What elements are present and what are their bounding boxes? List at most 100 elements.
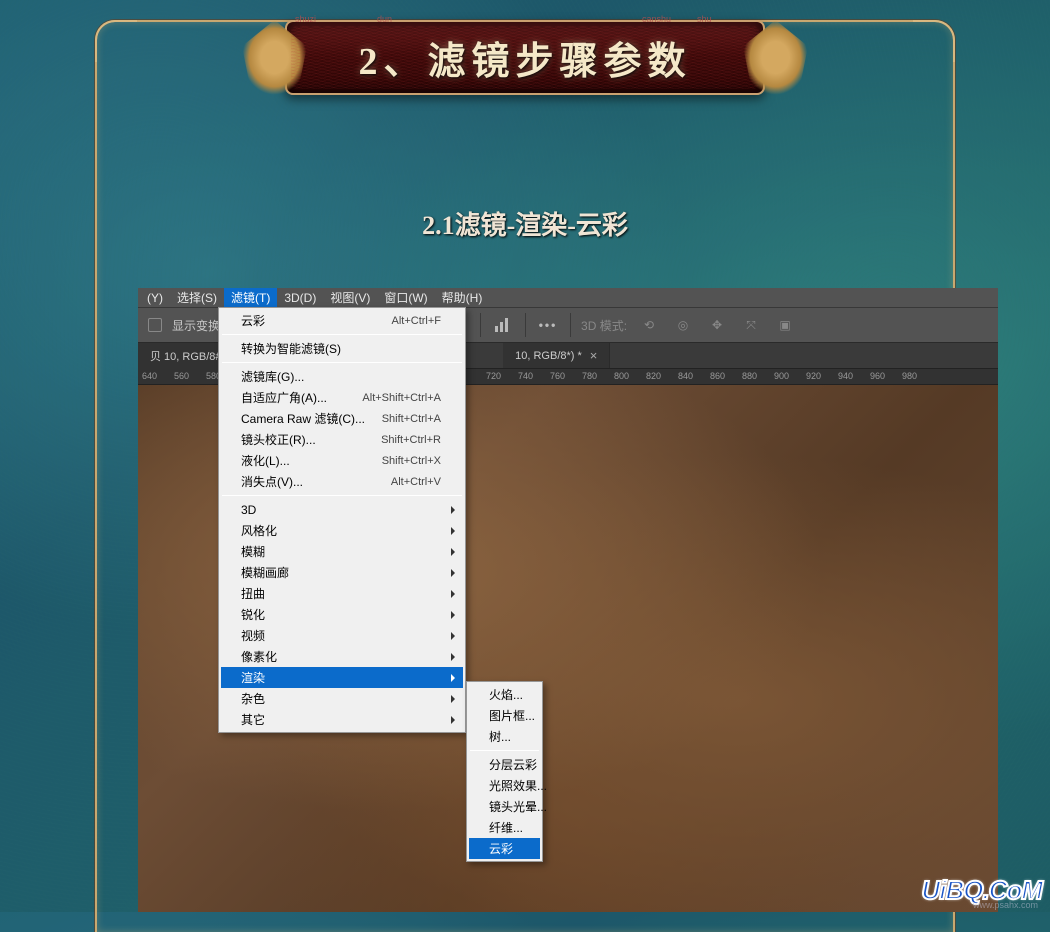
menu-label: Camera Raw 滤镜(C)...: [241, 410, 365, 427]
menu-label: 其它: [241, 711, 265, 728]
menu-view[interactable]: 视图(V): [323, 288, 377, 308]
menu-filter[interactable]: 滤镜(T): [224, 288, 277, 308]
menu-label: 杂色: [241, 690, 265, 707]
separator: [570, 313, 571, 337]
menu-label: 扭曲: [241, 585, 265, 602]
ruler-mark: 840: [678, 371, 693, 381]
show-transform-checkbox[interactable]: [148, 318, 162, 332]
shortcut: Alt+Ctrl+F: [391, 315, 441, 327]
chevron-right-icon: [451, 569, 455, 577]
submenu-item-clouds[interactable]: 云彩: [469, 838, 540, 859]
ruler-mark: 900: [774, 371, 789, 381]
orbit-icon[interactable]: ⟲: [637, 313, 661, 337]
menu-item-stylize[interactable]: 风格化: [221, 520, 463, 541]
menu-label: 云彩: [489, 840, 513, 857]
menu-item-pixelate[interactable]: 像素化: [221, 646, 463, 667]
pinyin-shuzi: shuzi: [295, 14, 316, 24]
submenu-item-lens-flare[interactable]: 镜头光晕...: [469, 796, 540, 817]
ruler-mark: 960: [870, 371, 885, 381]
chevron-right-icon: [451, 674, 455, 682]
menu-label: 渲染: [241, 669, 265, 686]
menu-item-filter-gallery[interactable]: 滤镜库(G)...: [221, 366, 463, 387]
show-transform-label: 显示变换: [172, 317, 220, 334]
render-submenu: 火焰... 图片框... 树... 分层云彩 光照效果... 镜头光晕... 纤…: [466, 681, 543, 862]
rotate-icon[interactable]: ◎: [671, 313, 695, 337]
menu-item-convert-smart[interactable]: 转换为智能滤镜(S): [221, 338, 463, 359]
menu-label: 像素化: [241, 648, 277, 665]
ruler-mark: 640: [142, 371, 157, 381]
menu-help[interactable]: 帮助(H): [435, 288, 490, 308]
submenu-item-picture-frame[interactable]: 图片框...: [469, 705, 540, 726]
ruler-mark: 880: [742, 371, 757, 381]
move-icon[interactable]: ✥: [705, 313, 729, 337]
submenu-item-fibers[interactable]: 纤维...: [469, 817, 540, 838]
chevron-right-icon: [451, 632, 455, 640]
ruler-mark: 720: [486, 371, 501, 381]
pinyin-dun: dun: [377, 14, 392, 24]
menu-label: 3D: [241, 503, 256, 517]
menu-label: 光照效果...: [489, 777, 547, 794]
menu-select[interactable]: 选择(S): [170, 288, 224, 308]
menu-label: 火焰...: [489, 686, 523, 703]
menu-item-blur[interactable]: 模糊: [221, 541, 463, 562]
bar-chart-icon[interactable]: [491, 313, 515, 337]
photoshop-window: (Y) 选择(S) 滤镜(T) 3D(D) 视图(V) 窗口(W) 帮助(H) …: [138, 288, 998, 912]
ruler-mark: 820: [646, 371, 661, 381]
submenu-item-flame[interactable]: 火焰...: [469, 684, 540, 705]
menu-separator: [222, 362, 462, 363]
menu-label: 模糊: [241, 543, 265, 560]
menu-item-liquify[interactable]: 液化(L)...Shift+Ctrl+X: [221, 450, 463, 471]
menubar: (Y) 选择(S) 滤镜(T) 3D(D) 视图(V) 窗口(W) 帮助(H): [138, 288, 998, 307]
submenu-item-difference-clouds[interactable]: 分层云彩: [469, 754, 540, 775]
menu-item-adaptive-wide[interactable]: 自适应广角(A)...Alt+Shift+Ctrl+A: [221, 387, 463, 408]
camera-icon[interactable]: ▣: [773, 313, 797, 337]
menu-label: 分层云彩: [489, 756, 537, 773]
menu-item-vanishing-point[interactable]: 消失点(V)...Alt+Ctrl+V: [221, 471, 463, 492]
menu-label: 镜头校正(R)...: [241, 431, 316, 448]
menu-label: 消失点(V)...: [241, 473, 303, 490]
menu-separator: [470, 750, 539, 751]
menu-item-other[interactable]: 其它: [221, 709, 463, 730]
menu-item-video[interactable]: 视频: [221, 625, 463, 646]
3d-mode-label: 3D 模式:: [581, 317, 627, 334]
menu-label: 锐化: [241, 606, 265, 623]
filter-dropdown-menu: 云彩 Alt+Ctrl+F 转换为智能滤镜(S) 滤镜库(G)... 自适应广角…: [218, 307, 466, 733]
close-icon[interactable]: ×: [590, 348, 598, 363]
menu-label: 模糊画廊: [241, 564, 289, 581]
submenu-item-tree[interactable]: 树...: [469, 726, 540, 747]
menu-label: 滤镜库(G)...: [241, 368, 304, 385]
menu-y[interactable]: (Y): [140, 289, 170, 307]
step-subtitle: 2.1滤镜-渲染-云彩: [0, 205, 1050, 242]
menu-item-lens-correction[interactable]: 镜头校正(R)...Shift+Ctrl+R: [221, 429, 463, 450]
document-tab[interactable]: 10, RGB/8*) * ×: [503, 343, 610, 368]
menu-item-distort[interactable]: 扭曲: [221, 583, 463, 604]
chevron-right-icon: [451, 506, 455, 514]
menu-item-last-filter[interactable]: 云彩 Alt+Ctrl+F: [221, 310, 463, 331]
scale-icon[interactable]: ⤧: [739, 313, 763, 337]
submenu-item-lighting[interactable]: 光照效果...: [469, 775, 540, 796]
ruler-mark: 940: [838, 371, 853, 381]
ruler-mark: 980: [902, 371, 917, 381]
menu-label: 转换为智能滤镜(S): [241, 340, 341, 357]
menu-3d[interactable]: 3D(D): [277, 289, 323, 307]
menu-label: 纤维...: [489, 819, 523, 836]
menu-item-noise[interactable]: 杂色: [221, 688, 463, 709]
ruler-mark: 780: [582, 371, 597, 381]
menu-separator: [222, 495, 462, 496]
more-icon[interactable]: •••: [536, 313, 560, 337]
menu-label: 镜头光晕...: [489, 798, 547, 815]
menu-item-sharpen[interactable]: 锐化: [221, 604, 463, 625]
page-title: 2、滤镜步骤参数: [358, 30, 691, 85]
ruler-mark: 800: [614, 371, 629, 381]
menu-item-render[interactable]: 渲染: [221, 667, 463, 688]
menu-window[interactable]: 窗口(W): [377, 288, 434, 308]
menu-item-3d[interactable]: 3D: [221, 499, 463, 520]
menu-label: 风格化: [241, 522, 277, 539]
menu-separator: [222, 334, 462, 335]
ruler-mark: 860: [710, 371, 725, 381]
menu-item-blur-gallery[interactable]: 模糊画廊: [221, 562, 463, 583]
menu-item-camera-raw[interactable]: Camera Raw 滤镜(C)...Shift+Ctrl+A: [221, 408, 463, 429]
ruler-mark: 920: [806, 371, 821, 381]
pinyin-canshu: canshu: [642, 14, 671, 24]
separator: [480, 313, 481, 337]
